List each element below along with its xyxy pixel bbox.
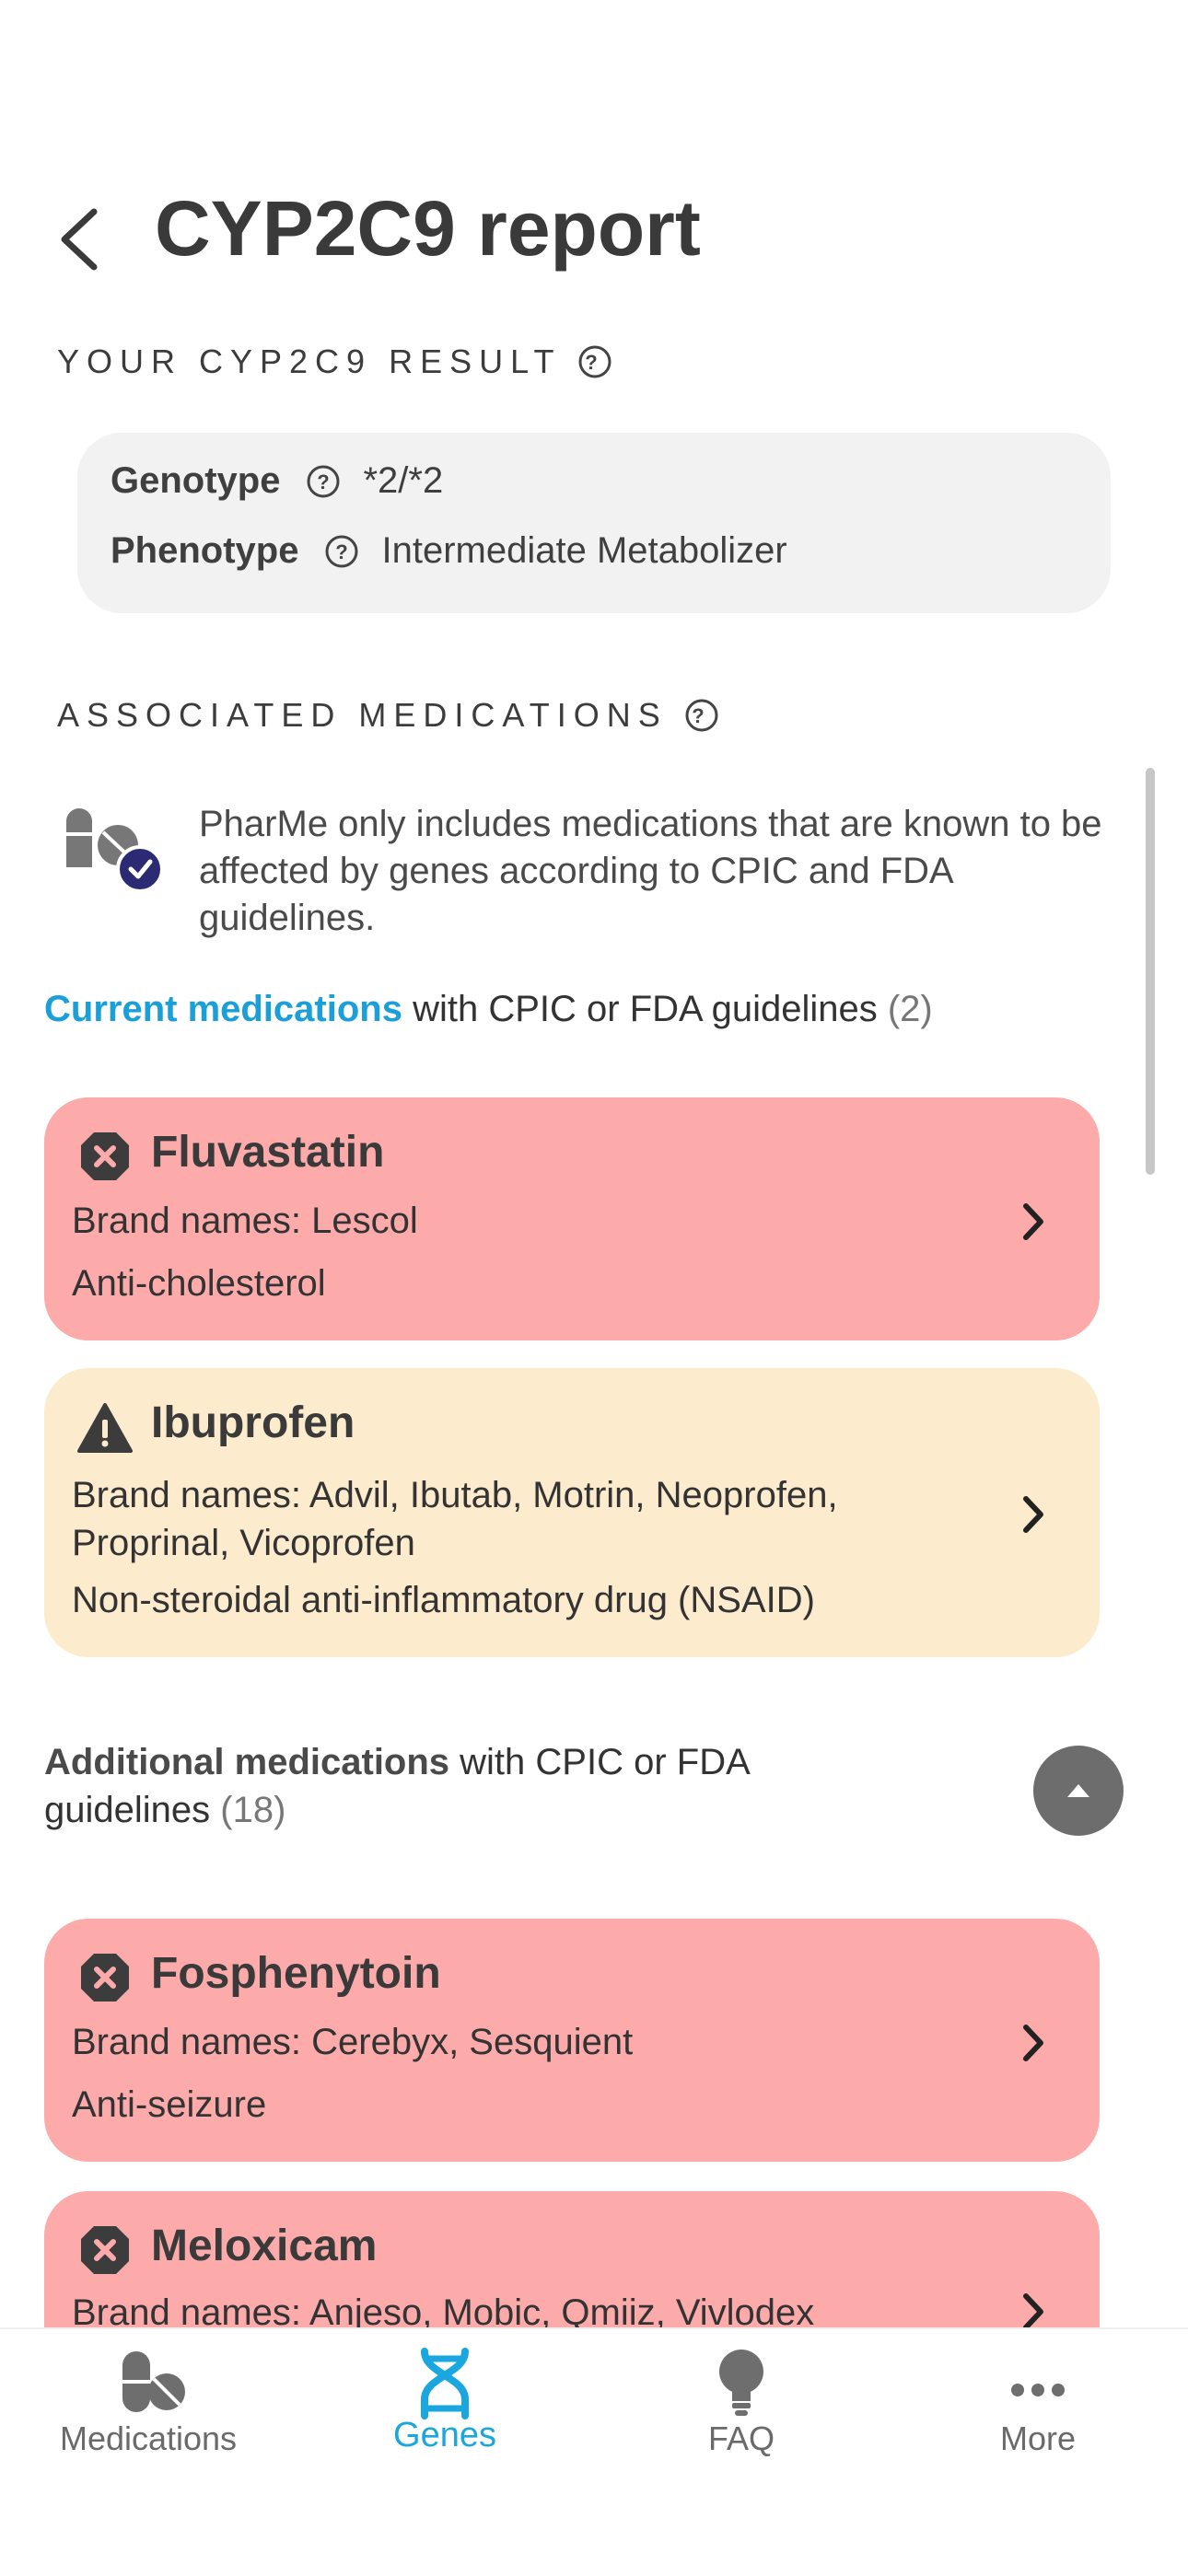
medication-name: Meloxicam (151, 2222, 378, 2270)
medication-name: Fosphenytoin (151, 1949, 441, 1998)
chevron-right-icon (1023, 2025, 1043, 2061)
current-medications-title: Current medications (44, 989, 402, 1029)
chevron-right-icon (1023, 1496, 1043, 1533)
page-title: CYP2C9 report (155, 185, 701, 272)
nav-label-genes: Genes (393, 2416, 496, 2454)
medication-card-fluvastatin[interactable]: Fluvastatin Brand names: Lescol Anti-cho… (44, 1097, 1100, 1340)
chevron-right-icon (1023, 1203, 1043, 1240)
bottom-navigation: Medications Genes FAQ More (0, 2327, 1188, 2576)
nav-label-more: More (999, 2419, 1077, 2457)
genotype-label: Genotype (111, 460, 281, 501)
scrollbar[interactable] (1146, 768, 1155, 1175)
medication-category: Non-steroidal anti-inflammatory drug (NS… (72, 1580, 815, 1620)
current-medications-header: Current medications with CPIC or FDA gui… (44, 989, 933, 1030)
genotype-result-card: Genotype ? *2/*2 Phenotype ? Intermediat… (77, 433, 1111, 613)
result-section-label: YOUR CYP2C9 RESULT ? (57, 342, 612, 381)
associated-section-label-text: ASSOCIATED MEDICATIONS (57, 696, 668, 734)
additional-medications-count: (18) (220, 1790, 286, 1830)
help-icon[interactable]: ? (324, 534, 359, 569)
x-octagon-icon (81, 1132, 129, 1180)
medication-brands: Brand names: Lescol (72, 1201, 418, 1241)
pills-check-icon (66, 808, 164, 893)
associated-section-label: ASSOCIATED MEDICATIONS ? (57, 696, 719, 735)
svg-text:?: ? (692, 704, 711, 727)
svg-text:?: ? (318, 470, 330, 493)
x-octagon-icon (81, 2226, 129, 2274)
x-octagon-icon (81, 1954, 129, 2002)
help-icon[interactable]: ? (306, 464, 341, 499)
nav-item-genes[interactable]: Genes (297, 2329, 593, 2495)
info-text: PharMe only includes medications that ar… (199, 804, 1102, 938)
current-medications-count: (2) (887, 989, 933, 1029)
genotype-row: Genotype ? *2/*2 (111, 460, 443, 502)
genotype-value: *2/*2 (363, 460, 444, 501)
help-icon[interactable]: ? (577, 344, 612, 379)
result-section-label-text: YOUR CYP2C9 RESULT (57, 342, 562, 380)
pills-icon (122, 2351, 185, 2412)
nav-item-faq[interactable]: FAQ (593, 2329, 890, 2495)
medication-name: Fluvastatin (151, 1128, 385, 1177)
medication-card-fosphenytoin[interactable]: Fosphenytoin Brand names: Cerebyx, Sesqu… (44, 1919, 1100, 2162)
nav-label-medications: Medications (59, 2419, 238, 2457)
nav-item-more[interactable]: More (890, 2329, 1186, 2495)
medication-category: Anti-seizure (72, 2084, 267, 2125)
medication-category: Anti-cholesterol (72, 1263, 326, 1304)
current-medications-subtitle: with CPIC or FDA guidelines (402, 989, 878, 1029)
nav-item-medications[interactable]: Medications (0, 2329, 297, 2495)
additional-medications-title: Additional medications (44, 1742, 450, 1782)
medication-brands: Brand names: Cerebyx, Sesquient (72, 2022, 634, 2062)
nav-label-faq: FAQ (707, 2419, 775, 2457)
back-arrow-icon[interactable] (53, 204, 105, 274)
medication-card-ibuprofen[interactable]: Ibuprofen Brand names: Advil, Ibutab, Mo… (44, 1368, 1100, 1657)
svg-text:?: ? (336, 540, 348, 563)
svg-text:?: ? (586, 351, 605, 374)
lightbulb-icon (719, 2350, 763, 2416)
phenotype-label: Phenotype (111, 530, 299, 571)
more-icon (1011, 2384, 1065, 2396)
medication-name: Ibuprofen (151, 1398, 355, 1447)
help-icon[interactable]: ? (684, 698, 719, 733)
medication-brands: Brand names: Advil, Ibutab, Motrin, Neop… (72, 1475, 838, 1563)
caret-up-icon (1067, 1784, 1089, 1797)
collapse-button[interactable] (1033, 1746, 1124, 1836)
phenotype-row: Phenotype ? Intermediate Metabolizer (111, 530, 787, 572)
dna-icon (421, 2348, 469, 2419)
additional-medications-header: Additional medications with CPIC or FDA … (44, 1738, 836, 1834)
phenotype-value: Intermediate Metabolizer (381, 530, 787, 571)
warning-triangle-icon (77, 1403, 133, 1453)
